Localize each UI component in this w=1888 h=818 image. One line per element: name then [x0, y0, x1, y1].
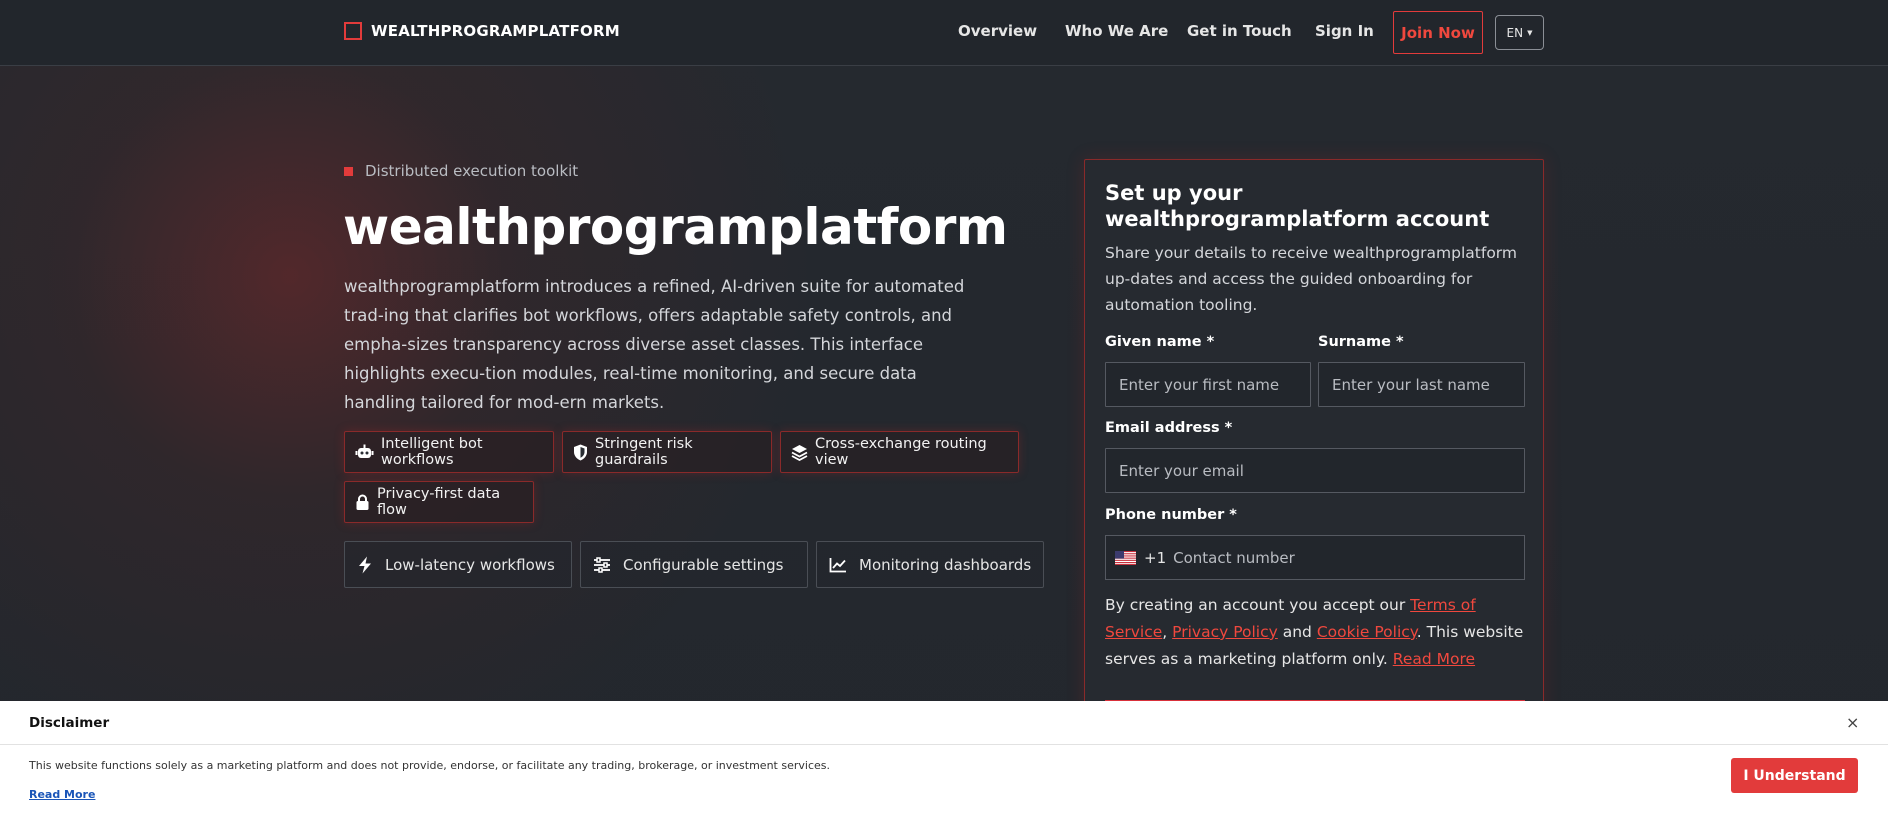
phone-label: Phone number * — [1105, 507, 1237, 523]
brand-name: WEALTHPROGRAMPLATFORM — [371, 22, 620, 40]
surname-label: Surname * — [1318, 334, 1404, 350]
phone-field: +1 — [1105, 535, 1525, 580]
lock-icon — [356, 494, 369, 510]
brand-logo[interactable]: WEALTHPROGRAMPLATFORM — [344, 22, 620, 40]
chip-label: Cross-exchange routing view — [815, 436, 987, 468]
shield-icon — [574, 444, 587, 460]
eyebrow-text: Distributed execution toolkit — [365, 162, 579, 180]
join-now-button[interactable]: Join Now — [1393, 11, 1483, 54]
given-name-label: Given name * — [1105, 334, 1215, 350]
caret-down-icon: ▼ — [1527, 28, 1533, 37]
hero-title: wealthprogramplatform — [343, 198, 1008, 256]
language-label: EN — [1506, 25, 1524, 40]
given-name-input[interactable] — [1105, 362, 1311, 407]
chip-privacy-first-data-flow: Privacy-first data flow — [344, 481, 534, 523]
tile-label: Configurable settings — [623, 555, 784, 574]
disclaimer-header: Disclaimer × — [0, 701, 1888, 745]
chip-cross-exchange-routing-view: Cross-exchange routing view — [780, 431, 1019, 473]
tile-low-latency-workflows: Low-latency workflows — [344, 541, 572, 588]
disclaimer-text: This website functions solely as a marke… — [29, 759, 830, 772]
email-label: Email address * — [1105, 420, 1233, 436]
robot-icon — [355, 444, 374, 458]
disclaimer-title: Disclaimer — [29, 715, 110, 731]
logo-square-icon — [344, 22, 362, 40]
phone-input[interactable] — [1173, 536, 1524, 579]
tile-configurable-settings: Configurable settings — [580, 541, 808, 588]
chip-label: Privacy-first data flow — [377, 486, 501, 518]
close-icon[interactable]: × — [1846, 713, 1859, 732]
signup-form-panel: Set up your wealthprogramplatform accoun… — [1084, 159, 1544, 722]
legal-comma: , — [1162, 623, 1168, 641]
sliders-icon — [594, 556, 610, 573]
hero-eyebrow: Distributed execution toolkit — [344, 162, 578, 180]
language-selector[interactable]: EN ▼ — [1495, 15, 1544, 50]
nav-sign-in[interactable]: Sign In — [1315, 22, 1374, 40]
layers-icon — [791, 444, 808, 461]
site-header: WEALTHPROGRAMPLATFORM Overview Who We Ar… — [0, 0, 1888, 66]
chip-label: Stringent risk guardrails — [595, 436, 693, 468]
i-understand-button[interactable]: I Understand — [1731, 758, 1858, 793]
us-flag-icon[interactable] — [1115, 550, 1136, 565]
read-more-link[interactable]: Read More — [1393, 650, 1475, 668]
bolt-icon — [359, 556, 371, 573]
chip-intelligent-bot-workflows: Intelligent bot workflows — [344, 431, 554, 473]
legal-and: and — [1277, 623, 1317, 641]
eyebrow-square-icon — [344, 166, 353, 176]
nav-get-in-touch[interactable]: Get in Touch — [1187, 22, 1292, 40]
chip-stringent-risk-guardrails: Stringent risk guardrails — [562, 431, 772, 473]
cookie-policy-link[interactable]: Cookie Policy — [1317, 623, 1417, 641]
form-description: Share your details to receive wealthprog… — [1105, 244, 1517, 314]
disclaimer-banner: Disclaimer × This website functions sole… — [0, 701, 1888, 818]
tile-label: Monitoring dashboards — [859, 555, 1032, 574]
dial-code: +1 — [1144, 548, 1167, 567]
surname-input[interactable] — [1318, 362, 1525, 407]
legal-notice: By creating an account you accept our Te… — [1105, 592, 1530, 673]
tile-label: Low-latency workflows — [385, 555, 555, 574]
email-input[interactable] — [1105, 448, 1525, 493]
chip-label: Intelligent bot workflows — [381, 436, 483, 468]
privacy-policy-link[interactable]: Privacy Policy — [1172, 623, 1278, 641]
tile-monitoring-dashboards: Monitoring dashboards — [816, 541, 1044, 588]
disclaimer-read-more-link[interactable]: Read More — [29, 788, 95, 801]
legal-prefix: By creating an account you accept our — [1105, 596, 1411, 614]
nav-who-we-are[interactable]: Who We Are — [1065, 22, 1168, 40]
hero-description: wealthprogramplatform introduces a refin… — [344, 277, 965, 412]
form-title: Set up your wealthprogramplatform accoun… — [1105, 181, 1490, 231]
nav-overview[interactable]: Overview — [958, 22, 1037, 40]
chart-line-icon — [829, 557, 846, 572]
